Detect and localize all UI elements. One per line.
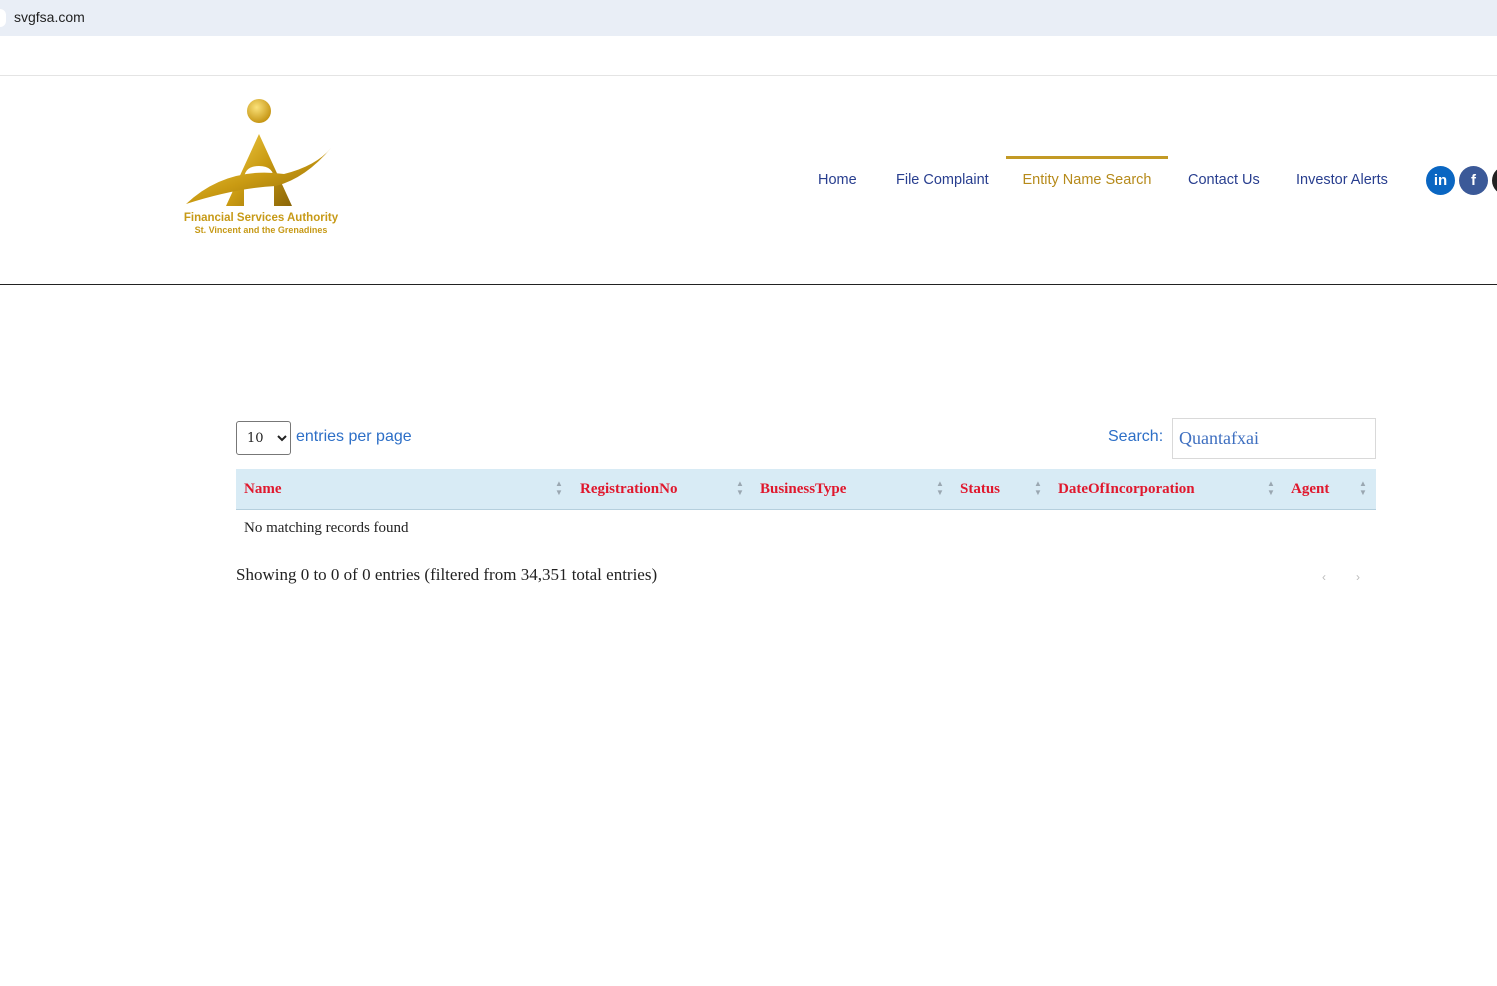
url-bar-edge <box>0 9 6 27</box>
top-divider <box>0 75 1497 76</box>
column-header-agent[interactable]: Agent <box>1291 469 1329 510</box>
search-input[interactable] <box>1172 418 1376 459</box>
fsa-logo[interactable]: Financial Services Authority St. Vincent… <box>166 96 356 240</box>
column-header-status[interactable]: Status <box>960 469 1000 510</box>
nav-investor-alerts[interactable]: Investor Alerts <box>1296 156 1388 206</box>
column-header-name[interactable]: Name <box>244 469 282 510</box>
next-page-button[interactable]: › <box>1356 570 1360 584</box>
sort-icon[interactable]: ▲ ▼ <box>554 479 564 499</box>
previous-page-button[interactable]: ‹ <box>1322 570 1326 584</box>
empty-table-message: No matching records found <box>244 520 409 536</box>
sort-icon[interactable]: ▲ ▼ <box>1266 479 1276 499</box>
table-info: Showing 0 to 0 of 0 entries (filtered fr… <box>236 565 658 584</box>
linkedin-icon[interactable]: in <box>1426 166 1455 195</box>
social-icon-partial[interactable] <box>1492 166 1497 195</box>
table-header: Name ▲ ▼ RegistrationNo ▲ ▼ BusinessType ▲… <box>236 469 1376 510</box>
column-header-registrationno[interactable]: RegistrationNo <box>580 469 678 510</box>
nav-home[interactable]: Home <box>818 156 857 206</box>
column-header-dateofincorporation[interactable]: DateOfIncorporation <box>1058 469 1195 510</box>
logo-title: Financial Services Authority <box>183 212 339 224</box>
column-header-businesstype[interactable]: BusinessType <box>760 469 846 510</box>
nav-entity-name-search[interactable]: Entity Name Search <box>1006 156 1168 206</box>
nav-contact-us[interactable]: Contact Us <box>1188 156 1260 206</box>
nav-file-complaint[interactable]: File Complaint <box>896 156 989 206</box>
search-label: Search: <box>1108 428 1164 445</box>
browser-url-bar[interactable]: svgfsa.com <box>0 0 1497 36</box>
logo-emblem <box>186 99 331 206</box>
sort-icon[interactable]: ▲ ▼ <box>1033 479 1043 499</box>
logo-subtitle: St. Vincent and the Grenadines <box>194 225 328 235</box>
entries-per-page-select[interactable]: 10 <box>236 421 291 455</box>
sort-icon[interactable]: ▲ ▼ <box>935 479 945 499</box>
sort-icon[interactable]: ▲ ▼ <box>735 479 745 499</box>
entries-per-page-label: entries per page <box>296 428 412 445</box>
url-text[interactable]: svgfsa.com <box>14 9 85 25</box>
facebook-icon[interactable]: f <box>1459 166 1488 195</box>
sort-icon[interactable]: ▲ ▼ <box>1358 479 1368 499</box>
header-divider <box>0 284 1497 285</box>
